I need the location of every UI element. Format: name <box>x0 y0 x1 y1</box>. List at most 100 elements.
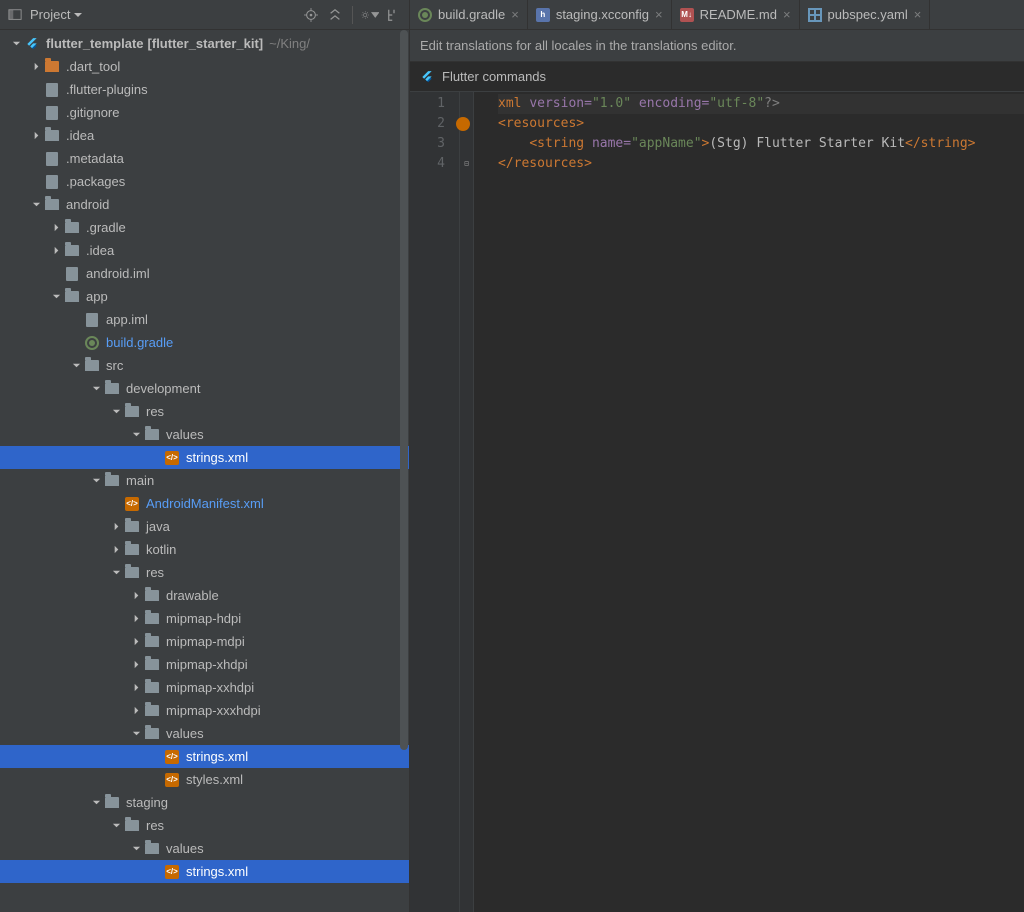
editor-tab-readme-md[interactable]: M↓README.md× <box>672 0 800 29</box>
tree-item-kotlin[interactable]: kotlin <box>0 538 409 561</box>
expand-arrow-icon[interactable] <box>30 199 42 211</box>
tree-item-strings-xml[interactable]: </>strings.xml <box>0 745 409 768</box>
expand-arrow-icon[interactable] <box>10 38 22 50</box>
project-view-icon[interactable] <box>6 0 24 30</box>
tree-item-values[interactable]: values <box>0 423 409 446</box>
xml-icon: </> <box>164 772 180 788</box>
expand-arrow-icon[interactable] <box>30 130 42 142</box>
hide-icon[interactable] <box>385 0 403 30</box>
tree-item-main[interactable]: main <box>0 469 409 492</box>
tree-item-mipmap-xxhdpi[interactable]: mipmap-xxhdpi <box>0 676 409 699</box>
tree-item--dart-tool[interactable]: .dart_tool <box>0 55 409 78</box>
expand-arrow-icon[interactable] <box>110 544 122 556</box>
collapse-all-icon[interactable] <box>326 0 344 30</box>
tree-item-res[interactable]: res <box>0 561 409 584</box>
expand-arrow-icon[interactable] <box>130 728 142 740</box>
expand-arrow-icon[interactable] <box>130 843 142 855</box>
xml-icon: </> <box>164 864 180 880</box>
file-grey-icon <box>44 105 60 121</box>
tree-item-mipmap-hdpi[interactable]: mipmap-hdpi <box>0 607 409 630</box>
expand-arrow-icon[interactable] <box>90 797 102 809</box>
close-icon[interactable]: × <box>914 7 922 22</box>
expand-arrow-icon[interactable] <box>130 682 142 694</box>
code-content[interactable]: xml version="1.0" encoding="utf-8"?><res… <box>474 92 1024 912</box>
tree-item-app[interactable]: app <box>0 285 409 308</box>
tree-item-src[interactable]: src <box>0 354 409 377</box>
expand-arrow-icon[interactable] <box>50 245 62 257</box>
expand-arrow-icon[interactable] <box>50 291 62 303</box>
tree-item-development[interactable]: development <box>0 377 409 400</box>
tree-item-staging[interactable]: staging <box>0 791 409 814</box>
tree-item-app-iml[interactable]: app.iml <box>0 308 409 331</box>
project-tree[interactable]: flutter_template[flutter_starter_kit]~/K… <box>0 30 409 912</box>
line-number[interactable]: 2 <box>410 114 445 134</box>
tree-item-label: mipmap-xxhdpi <box>166 680 254 695</box>
expand-arrow-icon[interactable] <box>110 820 122 832</box>
line-number[interactable]: 4 <box>410 154 445 174</box>
flutter-commands-bar[interactable]: Flutter commands <box>410 62 1024 92</box>
tree-item--idea[interactable]: .idea <box>0 124 409 147</box>
expand-arrow-icon[interactable] <box>130 636 142 648</box>
tree-item-androidmanifest-xml[interactable]: </>AndroidManifest.xml <box>0 492 409 515</box>
locate-icon[interactable] <box>302 0 320 30</box>
folder-icon <box>124 519 140 535</box>
tree-item-values[interactable]: values <box>0 722 409 745</box>
tree-item-strings-xml[interactable]: </>strings.xml <box>0 446 409 469</box>
tree-item-label: mipmap-mdpi <box>166 634 245 649</box>
tree-item-values[interactable]: values <box>0 837 409 860</box>
line-number-gutter[interactable]: 1234 <box>410 92 460 912</box>
close-icon[interactable]: × <box>655 7 663 22</box>
line-number[interactable]: 1 <box>410 94 445 114</box>
editor-tab-pubspec-yaml[interactable]: pubspec.yaml× <box>800 0 931 29</box>
close-icon[interactable]: × <box>783 7 791 22</box>
tree-item-mipmap-mdpi[interactable]: mipmap-mdpi <box>0 630 409 653</box>
tree-item-mipmap-xxxhdpi[interactable]: mipmap-xxxhdpi <box>0 699 409 722</box>
tree-item--metadata[interactable]: .metadata <box>0 147 409 170</box>
tree-item-java[interactable]: java <box>0 515 409 538</box>
tree-item-label: mipmap-xhdpi <box>166 657 248 672</box>
expand-arrow-icon[interactable] <box>110 567 122 579</box>
folder-icon <box>144 726 160 742</box>
expand-arrow-icon[interactable] <box>30 61 42 73</box>
translations-banner[interactable]: Edit translations for all locales in the… <box>410 30 1024 62</box>
tree-item-android[interactable]: android <box>0 193 409 216</box>
close-icon[interactable]: × <box>511 7 519 22</box>
sidebar-title[interactable]: Project <box>30 7 82 22</box>
expand-arrow-icon[interactable] <box>110 406 122 418</box>
tree-item--flutter-plugins[interactable]: .flutter-plugins <box>0 78 409 101</box>
tree-item-drawable[interactable]: drawable <box>0 584 409 607</box>
expand-arrow-icon <box>150 866 162 878</box>
expand-arrow-icon[interactable] <box>90 475 102 487</box>
fold-gutter[interactable]: ⊟ ⊟ <box>460 92 474 912</box>
tree-item--gitignore[interactable]: .gitignore <box>0 101 409 124</box>
tree-item-build-gradle[interactable]: build.gradle <box>0 331 409 354</box>
tree-item-label: android <box>66 197 109 212</box>
tree-item--idea[interactable]: .idea <box>0 239 409 262</box>
expand-arrow-icon[interactable] <box>70 360 82 372</box>
expand-arrow-icon[interactable] <box>130 613 142 625</box>
line-number[interactable]: 3 <box>410 134 445 154</box>
tree-item-strings-xml[interactable]: </>strings.xml <box>0 860 409 883</box>
tree-item-flutter-template[interactable]: flutter_template[flutter_starter_kit]~/K… <box>0 32 409 55</box>
tree-item--gradle[interactable]: .gradle <box>0 216 409 239</box>
tree-item-res[interactable]: res <box>0 400 409 423</box>
scrollbar-track[interactable] <box>399 30 409 912</box>
expand-arrow-icon[interactable] <box>130 590 142 602</box>
settings-icon[interactable] <box>361 0 379 30</box>
tree-item--packages[interactable]: .packages <box>0 170 409 193</box>
tree-item-android-iml[interactable]: android.iml <box>0 262 409 285</box>
folder-icon <box>44 197 60 213</box>
expand-arrow-icon[interactable] <box>90 383 102 395</box>
expand-arrow-icon[interactable] <box>50 222 62 234</box>
editor-tab-build-gradle[interactable]: build.gradle× <box>410 0 528 29</box>
expand-arrow-icon[interactable] <box>110 521 122 533</box>
tree-item-res[interactable]: res <box>0 814 409 837</box>
editor-tab-staging-xcconfig[interactable]: hstaging.xcconfig× <box>528 0 672 29</box>
expand-arrow-icon[interactable] <box>130 429 142 441</box>
tree-item-styles-xml[interactable]: </>styles.xml <box>0 768 409 791</box>
expand-arrow-icon[interactable] <box>130 705 142 717</box>
scrollbar-thumb[interactable] <box>400 30 408 750</box>
tree-item-mipmap-xhdpi[interactable]: mipmap-xhdpi <box>0 653 409 676</box>
tree-item-label: .gradle <box>86 220 126 235</box>
expand-arrow-icon[interactable] <box>130 659 142 671</box>
